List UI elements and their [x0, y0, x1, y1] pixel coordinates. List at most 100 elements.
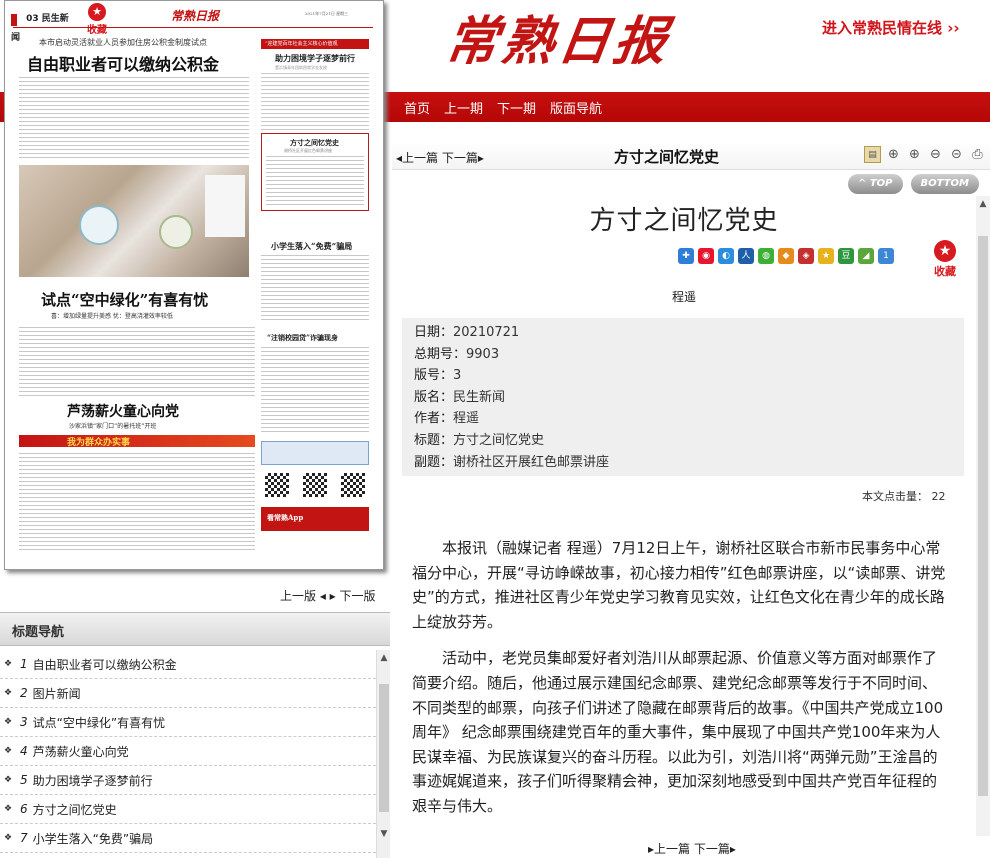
meta-value: 3	[453, 368, 462, 384]
title-nav-item[interactable]: ❖ 6 方寸之间忆党史	[0, 795, 376, 824]
article-title: 方寸之间忆党史	[589, 206, 779, 236]
article-toolbar: ◂上一篇 下一篇▸ 方寸之间忆党史 ▤ ⊕ ⊕ ⊖ ⊝ ⎙	[392, 142, 990, 170]
paper-collect-label: 收藏	[87, 25, 107, 36]
bottom-article-nav[interactable]: ▸上一篇 下一篇▸	[648, 840, 736, 857]
nav-prev-issue[interactable]: 上一期	[444, 98, 483, 117]
share-qzone-icon[interactable]: ◐	[718, 248, 734, 264]
paper-sidebar-sub-1: 董浜镇青年团助困就学金发放	[275, 65, 327, 70]
paper-collect-button[interactable]: ★ 收藏	[85, 3, 109, 36]
scroll-up-icon[interactable]: ▲	[976, 196, 990, 212]
share-bookmark-icon[interactable]: ◢	[858, 248, 874, 264]
paper-bottom-banner-text: 我为群众办实事	[67, 438, 131, 448]
meta-value: 方寸之间忆党史	[453, 432, 545, 448]
diamond-bullet-icon: ❖	[4, 746, 13, 756]
share-star-icon[interactable]: ★	[818, 248, 834, 264]
share-kaixin-icon[interactable]: ◈	[798, 248, 814, 264]
paper-sidebar-banner-text: “迎建党百年社会主义核心价值观	[265, 41, 338, 47]
nav-page-nav[interactable]: 版面导航	[550, 98, 602, 117]
paper-headline-3: 试点“空中绿化”有喜有忧	[41, 291, 209, 309]
paper-sidebar-text-1	[261, 73, 369, 131]
title-nav-item[interactable]: ❖ 1 自由职业者可以缴纳公积金	[0, 650, 376, 679]
share-wechat-icon[interactable]: ◍	[758, 248, 774, 264]
article-collect-button[interactable]: ★ 收藏	[932, 240, 958, 279]
title-nav-item[interactable]: ❖ 4 芦荡薪火童心向党	[0, 737, 376, 766]
zoom-out-icon[interactable]: ⊖	[927, 146, 944, 163]
meta-value: 20210721	[453, 325, 520, 340]
newspaper-page-image[interactable]: 03 民生新闻 ★ 收藏 常熟日报 2021年7月21日 星期三 本市启动灵活就…	[4, 0, 384, 570]
zoom-in-icon[interactable]: ⊕	[906, 146, 923, 163]
paper-news-photo	[19, 165, 249, 277]
meta-key: 总期号：	[414, 346, 467, 362]
title-nav-item-label: 试点“空中绿化”有喜有忧	[32, 715, 166, 730]
zoom-fit-icon[interactable]: ⊕	[885, 146, 902, 163]
share-baidu-icon[interactable]: ◆	[778, 248, 794, 264]
collect-star-icon: ★	[934, 240, 956, 262]
article-body: 本报讯（融媒记者 程遥）7月12日上午，谢桥社区联合市新市民事务中心常福分中心，…	[412, 536, 948, 831]
title-nav-heading: 标题导航	[12, 625, 65, 640]
title-nav-item[interactable]: ❖ 5 助力困境学子逐梦前行	[0, 766, 376, 795]
scroll-buttons: ^ TOP BOTTOM	[848, 174, 979, 194]
title-nav-item-number: 7	[20, 831, 28, 845]
title-nav-item[interactable]: ❖ 2 图片新闻	[0, 679, 376, 708]
meta-key: 标题：	[414, 432, 454, 448]
meta-row: 标题：方寸之间忆党史	[414, 430, 952, 452]
title-nav-item[interactable]: ❖ 3 试点“空中绿化”有喜有忧	[0, 708, 376, 737]
meta-value: 程遥	[453, 411, 480, 427]
title-nav-item[interactable]: ❖ 7 小学生落入“免费”骗局	[0, 824, 376, 853]
paper-masthead: 常熟日报	[171, 9, 220, 23]
paper-sidebar-text-4	[261, 255, 369, 321]
next-article-link[interactable]: 下一篇▸	[442, 151, 484, 165]
title-nav-scrollbar[interactable]: ▲ ▼	[376, 650, 390, 858]
meta-row: 总期号：9903	[414, 344, 952, 366]
meta-value: 谢桥社区开展红色邮票讲座	[453, 454, 610, 470]
enter-minqing-link[interactable]: 进入常熟民情在线 ››	[822, 14, 980, 42]
diamond-bullet-icon: ❖	[4, 659, 13, 669]
meta-key: 版名：	[414, 389, 454, 405]
title-nav-header: 标题导航	[0, 612, 390, 646]
nav-next-issue[interactable]: 下一期	[497, 98, 536, 117]
share-weibo-icon[interactable]: ◉	[698, 248, 714, 264]
paper-rule	[13, 27, 373, 28]
title-nav-item-label: 自由职业者可以缴纳公积金	[32, 657, 177, 672]
share-count-icon[interactable]: 1	[878, 248, 894, 264]
article-meta-box: 日期：20210721 总期号：9903 版号：3 版名：民生新闻 作者：程遥 …	[402, 318, 964, 476]
title-nav-item-number: 4	[20, 744, 28, 758]
paper-page-nav: 上一版 ◂ ▸ 下一版	[280, 587, 376, 604]
share-bar: ✚ ◉ ◐ 人 ◍ ◆ ◈ ★ 豆 ◢ 1	[678, 248, 894, 264]
paper-sidebar-headline-6: “注销校园贷”诈骗现身	[267, 333, 339, 342]
paper-app-label: 看常熟App	[267, 513, 304, 522]
zoom-reset-icon[interactable]: ⊝	[948, 146, 965, 163]
prev-page-link[interactable]: 上一版 ◂	[280, 589, 326, 603]
article-author: 程遥	[671, 290, 696, 304]
title-nav-item-number: 3	[20, 715, 28, 729]
paper-sidebar-text-6	[261, 347, 369, 433]
next-page-link[interactable]: ▸ 下一版	[330, 589, 376, 603]
paper-bottom-banner: 我为群众办实事	[19, 435, 255, 448]
toolbar-article-title: 方寸之间忆党史	[614, 148, 720, 166]
share-renren-icon[interactable]: 人	[738, 248, 754, 264]
title-nav-list: ❖ 1 自由职业者可以缴纳公积金 ❖ 2 图片新闻 ❖ 3 试点“空中绿化”有喜…	[0, 650, 376, 858]
scroll-thumb[interactable]	[379, 684, 389, 812]
scroll-top-button[interactable]: ^ TOP	[848, 174, 903, 194]
scroll-down-icon[interactable]: ▼	[377, 826, 391, 842]
paper-sidebar-headline-4: 小学生落入“免费”骗局	[271, 241, 353, 251]
paper-current-article-box[interactable]: 方寸之间忆党史 谢桥社区开展红色邮票讲座	[261, 133, 369, 211]
meta-row: 作者：程遥	[414, 408, 952, 430]
paper-section-tab: 03 民生新闻	[11, 11, 69, 43]
prev-article-link[interactable]: ◂上一篇	[396, 151, 438, 165]
scroll-thumb[interactable]	[978, 236, 988, 796]
title-nav-item-number: 2	[20, 686, 28, 700]
article-scrollbar[interactable]: ▲	[976, 196, 990, 836]
diamond-bullet-icon: ❖	[4, 775, 13, 785]
nav-home[interactable]: 首页	[404, 98, 430, 117]
scroll-bottom-button[interactable]: BOTTOM	[910, 174, 979, 194]
share-plus-icon[interactable]: ✚	[678, 248, 694, 264]
paper-sidebar-headline-1: 助力困境学子逐梦前行	[275, 53, 355, 63]
title-nav-item-label: 芦荡薪火童心向党	[32, 744, 129, 759]
font-size-icon[interactable]: ▤	[864, 146, 881, 163]
share-douban-icon[interactable]: 豆	[838, 248, 854, 264]
print-icon[interactable]: ⎙	[969, 146, 986, 163]
scroll-up-icon[interactable]: ▲	[377, 650, 391, 666]
meta-key: 版号：	[414, 368, 454, 384]
title-nav-item-label: 小学生落入“免费”骗局	[32, 831, 154, 846]
